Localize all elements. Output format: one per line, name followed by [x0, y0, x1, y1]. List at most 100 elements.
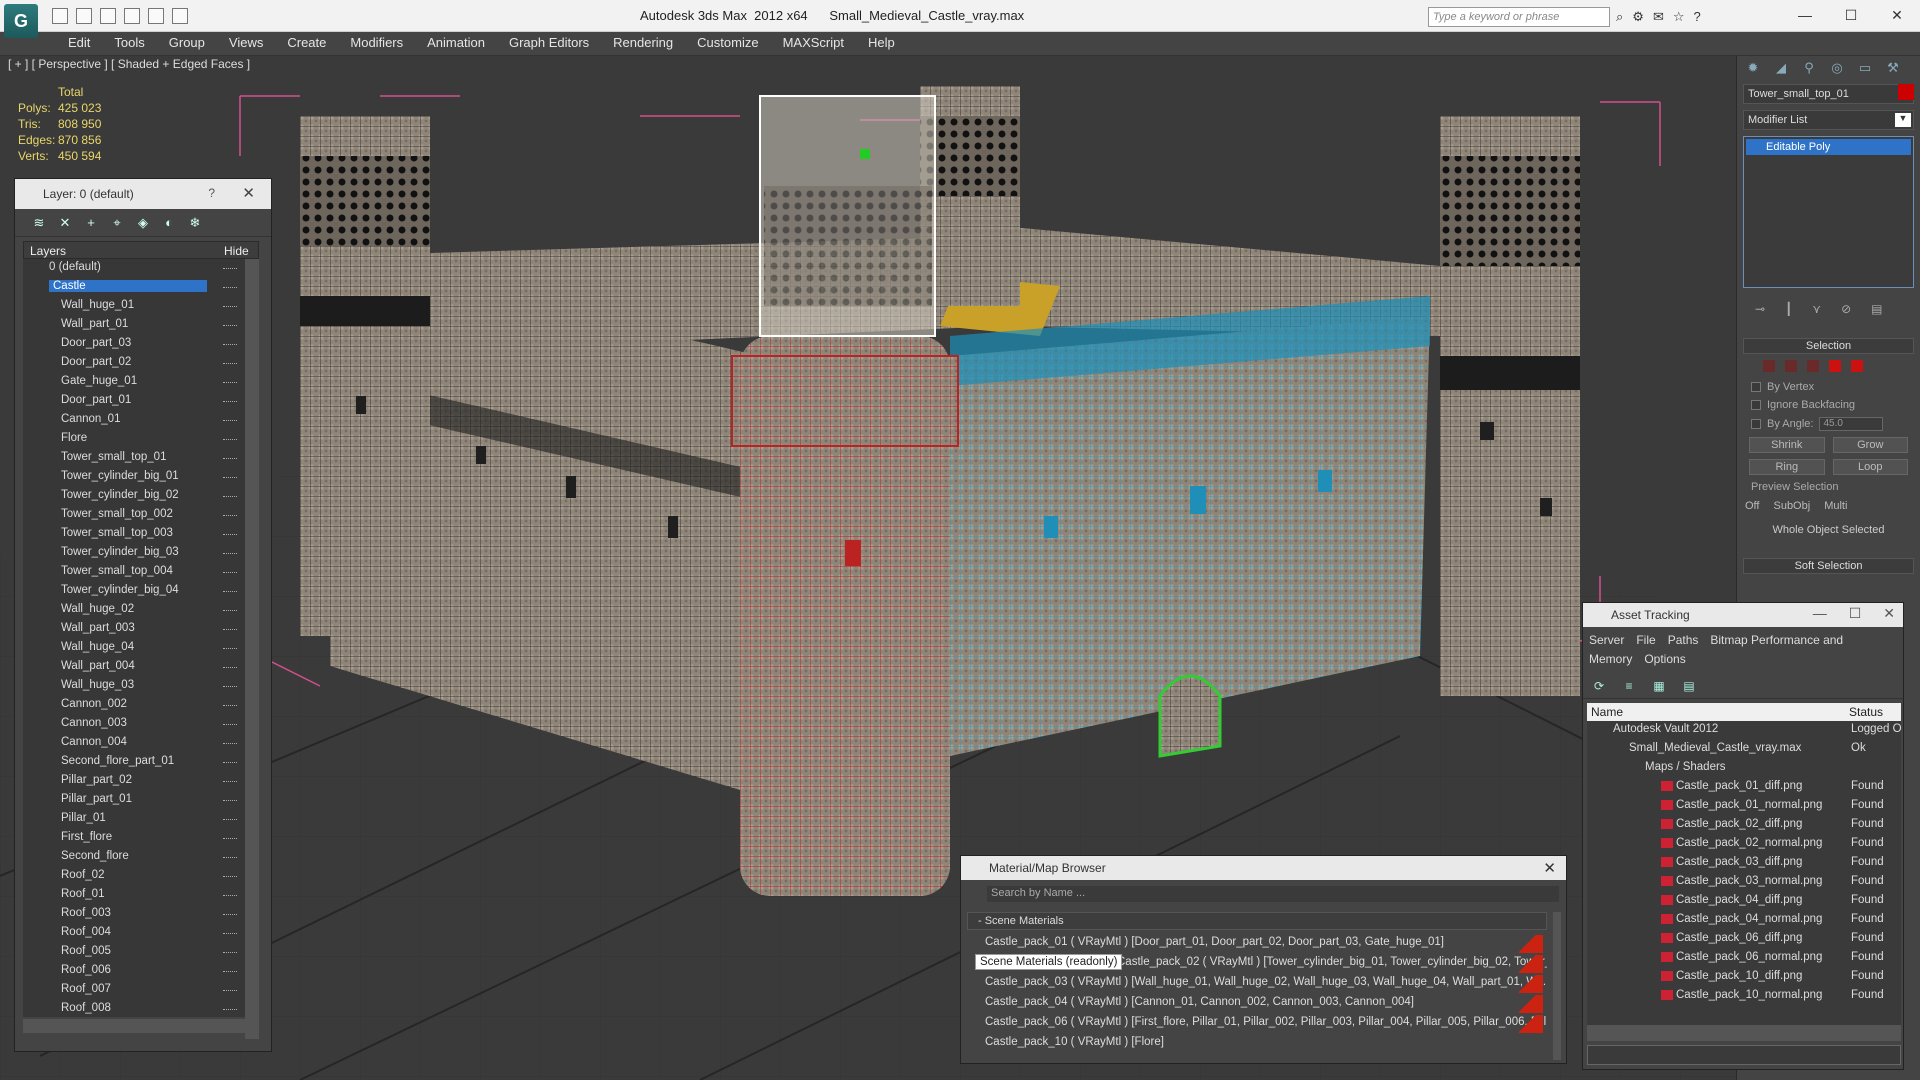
asset-row[interactable]: Castle_pack_06_diff.png Found [1587, 930, 1901, 949]
display-tab-icon[interactable]: ▭ [1855, 60, 1875, 78]
edge-icon[interactable] [1785, 360, 1797, 372]
by-angle-checkbox[interactable]: By Angle: 45.0 [1737, 414, 1920, 434]
preview-multi-radio[interactable]: Multi [1824, 500, 1847, 512]
menu-item-maxscript[interactable]: MAXScript [771, 32, 856, 54]
hide-toggle[interactable] [223, 819, 237, 821]
hide-toggle[interactable] [223, 629, 237, 631]
hide-toggle[interactable] [223, 458, 237, 460]
delete-layer-icon[interactable]: ✕ [57, 215, 73, 231]
material-row[interactable]: Castle_pack_06 ( VRayMtl ) [First_flore,… [967, 1014, 1547, 1034]
redo-icon[interactable] [148, 8, 164, 24]
layer-row[interactable]: Pillar_01 [23, 810, 259, 829]
hide-toggle[interactable] [223, 781, 237, 783]
add-to-layer-icon[interactable]: + [83, 215, 99, 231]
asset-menu-paths[interactable]: Paths [1668, 633, 1699, 647]
hierarchy-tab-icon[interactable]: ⚲ [1799, 60, 1819, 78]
hide-toggle[interactable] [223, 572, 237, 574]
asset-row[interactable]: Castle_pack_10_normal.png Found [1587, 987, 1901, 1006]
highlight-layer-icon[interactable]: ◈ [135, 215, 151, 231]
asset-row[interactable]: Castle_pack_10_diff.png Found [1587, 968, 1901, 987]
layer-row[interactable]: First_flore [23, 829, 259, 848]
hide-all-icon[interactable]: ◐ [161, 215, 177, 231]
material-row[interactable]: Castle_pack_03 ( VRayMtl ) [Wall_huge_01… [967, 974, 1547, 994]
column-status[interactable]: Status [1849, 705, 1883, 719]
hide-toggle[interactable] [223, 743, 237, 745]
asset-row[interactable]: Castle_pack_01_normal.png Found [1587, 797, 1901, 816]
close-button[interactable]: ✕ [242, 184, 255, 202]
by-vertex-checkbox[interactable]: By Vertex [1737, 378, 1920, 396]
hide-toggle[interactable] [223, 344, 237, 346]
motion-tab-icon[interactable]: ◎ [1827, 60, 1847, 78]
menu-item-help[interactable]: Help [856, 32, 907, 54]
save-file-icon[interactable] [100, 8, 116, 24]
hide-toggle[interactable] [223, 382, 237, 384]
element-icon[interactable] [1851, 360, 1863, 372]
selection-rollout-header[interactable]: Selection [1743, 338, 1914, 354]
asset-row[interactable]: Castle_pack_04_normal.png Found [1587, 911, 1901, 930]
hide-toggle[interactable] [223, 325, 237, 327]
layer-row[interactable]: 0 (default) [23, 259, 259, 278]
layer-row[interactable]: Roof_007 [23, 981, 259, 1000]
close-icon[interactable]: ✕ [1874, 0, 1920, 30]
layer-row[interactable]: Roof_006 [23, 962, 259, 981]
modify-tab-icon[interactable]: ◢ [1771, 60, 1791, 78]
layer-row[interactable]: Cannon_003 [23, 715, 259, 734]
layer-row[interactable]: Gate_huge_01 [23, 373, 259, 392]
hide-toggle[interactable] [223, 439, 237, 441]
hide-toggle[interactable] [223, 477, 237, 479]
layer-row[interactable]: Wall_part_004 [23, 658, 259, 677]
select-objects-icon[interactable]: ⌖ [109, 215, 125, 231]
asset-row[interactable]: Castle_pack_04_diff.png Found [1587, 892, 1901, 911]
help-button[interactable]: ? [208, 186, 215, 200]
column-layers[interactable]: Layers [30, 244, 66, 258]
create-layer-icon[interactable]: ≋ [31, 215, 47, 231]
maximize-icon[interactable]: ☐ [1828, 0, 1874, 30]
search-input[interactable]: Type a keyword or phrase [1428, 7, 1610, 27]
communication-icon[interactable]: ✉ [1653, 9, 1664, 25]
grow-button[interactable]: Grow [1832, 437, 1908, 453]
hide-toggle[interactable] [223, 363, 237, 365]
layer-row[interactable]: Tower_cylinder_big_01 [23, 468, 259, 487]
create-tab-icon[interactable]: ✹ [1743, 60, 1763, 78]
project-folder-icon[interactable] [172, 8, 188, 24]
material-scrollbar[interactable] [1553, 912, 1561, 1060]
pin-stack-icon[interactable]: ⊸ [1755, 302, 1765, 316]
preview-subobj-radio[interactable]: SubObj [1773, 500, 1810, 512]
hide-toggle[interactable] [223, 515, 237, 517]
hide-toggle[interactable] [223, 971, 237, 973]
viewport-label[interactable]: [ + ] [ Perspective ] [ Shaded + Edged F… [8, 57, 250, 71]
menu-item-tools[interactable]: Tools [102, 32, 156, 54]
shrink-button[interactable]: Shrink [1749, 437, 1825, 453]
layer-row[interactable]: Second_flore [23, 848, 259, 867]
layer-row[interactable]: Tower_small_top_002 [23, 506, 259, 525]
hide-toggle[interactable] [223, 1009, 237, 1011]
layer-row[interactable]: Wall_huge_01 [23, 297, 259, 316]
hide-toggle[interactable] [223, 895, 237, 897]
layer-row[interactable]: Cannon_002 [23, 696, 259, 715]
hide-toggle[interactable] [223, 496, 237, 498]
new-file-icon[interactable] [52, 8, 68, 24]
layer-row[interactable]: Door_part_03 [23, 335, 259, 354]
layer-row[interactable]: Pillar_part_01 [23, 791, 259, 810]
hide-toggle[interactable] [223, 990, 237, 992]
layer-row[interactable]: Door_part_02 [23, 354, 259, 373]
ignore-backfacing-checkbox[interactable]: Ignore Backfacing [1737, 396, 1920, 414]
undo-icon[interactable] [124, 8, 140, 24]
asset-menu-bitmap-performance-and-memory[interactable]: Bitmap Performance and Memory [1589, 633, 1843, 666]
hide-toggle[interactable] [223, 857, 237, 859]
layer-row[interactable]: Pillar_part_02 [23, 772, 259, 791]
favorites-star-icon[interactable]: ☆ [1673, 9, 1685, 25]
menu-item-graph-editors[interactable]: Graph Editors [497, 32, 601, 54]
hide-toggle[interactable] [223, 914, 237, 916]
layer-row[interactable]: Tower_cylinder_big_02 [23, 487, 259, 506]
hide-toggle[interactable] [223, 800, 237, 802]
layer-row[interactable]: Door_part_01 [23, 392, 259, 411]
layer-row[interactable]: Second_flore_part_01 [23, 753, 259, 772]
show-end-result-icon[interactable]: ┃ [1785, 302, 1792, 316]
configure-sets-icon[interactable]: ▤ [1871, 302, 1882, 316]
asset-row[interactable]: Castle_pack_01_diff.png Found [1587, 778, 1901, 797]
hide-toggle[interactable] [223, 762, 237, 764]
close-icon[interactable]: ✕ [1883, 605, 1895, 622]
hide-toggle[interactable] [223, 268, 237, 270]
asset-row[interactable]: Autodesk Vault 2012 Logged O [1587, 721, 1901, 740]
